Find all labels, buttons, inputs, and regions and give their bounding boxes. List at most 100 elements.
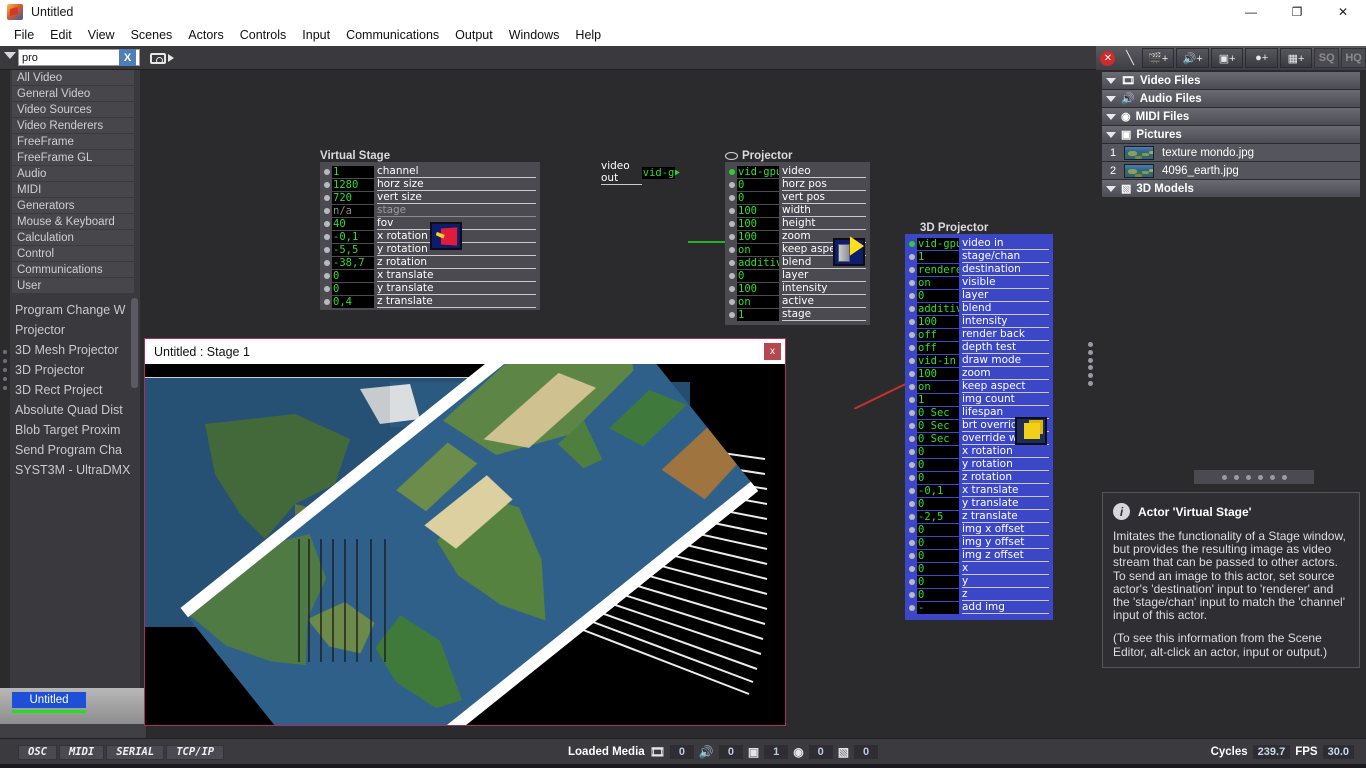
input-row[interactable]: 0 img x offset <box>909 523 1049 536</box>
maximize-button[interactable]: ❐ <box>1274 0 1320 24</box>
input-value[interactable]: -5,5 <box>332 243 374 256</box>
input-plug-icon[interactable] <box>909 461 915 468</box>
input-value[interactable]: on <box>737 295 779 308</box>
input-value[interactable]: vid-gpu <box>917 237 959 250</box>
chevron-down-icon[interactable] <box>4 52 16 59</box>
category-all-video[interactable]: All Video <box>12 70 134 86</box>
input-value[interactable]: on <box>737 243 779 256</box>
hq-quality-button[interactable]: HQ <box>1341 48 1366 68</box>
input-value[interactable]: 0 <box>917 523 959 536</box>
input-plug-icon[interactable] <box>324 298 330 305</box>
media-list-item[interactable]: 1 texture mondo.jpg <box>1102 144 1360 162</box>
input-plug-icon[interactable] <box>909 396 915 403</box>
input-value[interactable]: n/a <box>332 204 374 217</box>
input-row[interactable]: 100 intensity <box>909 315 1049 328</box>
category-mouse-keyboard[interactable]: Mouse & Keyboard <box>12 214 134 230</box>
actor-item[interactable]: 3D Rect Project <box>12 380 140 400</box>
input-plug-icon[interactable] <box>909 422 915 429</box>
input-value[interactable]: 0 <box>917 445 959 458</box>
input-plug-icon[interactable] <box>909 448 915 455</box>
input-row[interactable]: 0y translate <box>909 497 1049 510</box>
input-value[interactable]: 0 <box>737 178 779 191</box>
input-value[interactable]: vid-in <box>917 354 959 367</box>
category-calculation[interactable]: Calculation <box>12 230 134 246</box>
input-value[interactable]: 100 <box>737 204 779 217</box>
input-row[interactable]: 100 intensity <box>729 282 866 295</box>
input-plug-icon[interactable] <box>909 409 915 416</box>
input-value[interactable]: 0 <box>917 562 959 575</box>
input-row[interactable]: off render back <box>909 328 1049 341</box>
menu-actors[interactable]: Actors <box>180 26 231 44</box>
stage-close-button[interactable]: x <box>764 343 781 360</box>
input-value[interactable]: renderer <box>917 263 959 276</box>
actor-item[interactable]: Blob Target Proxim <box>12 420 140 440</box>
add-midi-icon[interactable]: ●+ <box>1245 48 1278 68</box>
input-row[interactable]: 100 height <box>729 217 866 230</box>
input-row[interactable]: 0y <box>909 575 1049 588</box>
input-value[interactable]: 100 <box>737 230 779 243</box>
add-audio-icon[interactable]: 🔊+ <box>1176 48 1209 68</box>
input-plug-icon[interactable] <box>909 370 915 377</box>
menu-view[interactable]: View <box>80 26 123 44</box>
input-value[interactable]: 0 <box>917 497 959 510</box>
input-plug-icon[interactable] <box>909 500 915 507</box>
menu-output[interactable]: Output <box>447 26 501 44</box>
input-value[interactable]: 1 <box>332 165 374 178</box>
input-plug-icon[interactable] <box>729 207 735 214</box>
input-row[interactable]: 1 img count <box>909 393 1049 406</box>
input-plug-icon[interactable] <box>909 526 915 533</box>
input-plug-icon[interactable] <box>324 259 330 266</box>
input-row[interactable]: 1 stage <box>729 308 866 321</box>
input-plug-icon[interactable] <box>909 578 915 585</box>
input-plug-icon[interactable] <box>324 285 330 292</box>
actor-item[interactable]: Program Change W <box>12 300 140 320</box>
input-value[interactable]: 100 <box>917 367 959 380</box>
actor-item[interactable]: Send Program Cha <box>12 440 140 460</box>
input-plug-icon[interactable] <box>729 246 735 253</box>
chevron-down-icon[interactable] <box>1106 131 1116 138</box>
input-value[interactable]: 100 <box>737 282 779 295</box>
output-video-out[interactable]: video out vid-gpu <box>601 160 680 185</box>
input-plug-icon[interactable] <box>909 253 915 260</box>
input-value[interactable]: -0,1 <box>917 484 959 497</box>
menu-edit[interactable]: Edit <box>42 26 80 44</box>
input-plug-icon[interactable] <box>324 194 330 201</box>
input-value[interactable]: 0 <box>917 289 959 302</box>
input-plug-icon[interactable] <box>729 233 735 240</box>
input-row[interactable]: 100 width <box>729 204 866 217</box>
add-3d-model-icon[interactable]: ▦+ <box>1279 48 1313 68</box>
actor-item[interactable]: SYST3M - UltraDMX <box>12 460 140 480</box>
input-plug-icon[interactable] <box>729 220 735 227</box>
input-value[interactable]: vid-gpu <box>737 165 779 178</box>
input-plug-icon[interactable] <box>729 285 735 292</box>
input-plug-icon[interactable] <box>909 240 915 247</box>
input-plug-icon[interactable] <box>909 344 915 351</box>
category-user[interactable]: User <box>12 278 134 294</box>
input-plug-icon[interactable] <box>324 220 330 227</box>
media-panel-grip[interactable] <box>1194 470 1314 484</box>
input-plug-icon[interactable] <box>324 246 330 253</box>
input-plug-icon[interactable] <box>909 552 915 559</box>
input-value[interactable]: 0,4 <box>332 295 374 308</box>
input-row[interactable]: on visible <box>909 276 1049 289</box>
scene-tab-untitled[interactable]: Untitled <box>12 692 86 708</box>
category-freeframe[interactable]: FreeFrame <box>12 134 134 150</box>
menu-controls[interactable]: Controls <box>232 26 295 44</box>
input-row[interactable]: vid-gpu video in <box>909 237 1049 250</box>
input-row[interactable]: on keep aspect <box>909 380 1049 393</box>
input-plug-icon[interactable] <box>324 272 330 279</box>
input-row[interactable]: 0x translate <box>324 269 536 282</box>
input-row[interactable]: 0,4 z translate <box>324 295 536 308</box>
add-picture-icon[interactable]: ▣+ <box>1210 48 1244 68</box>
input-value[interactable]: -0,1 <box>332 230 374 243</box>
input-plug-icon[interactable] <box>729 259 735 266</box>
input-value[interactable]: 0 <box>917 549 959 562</box>
input-value[interactable]: on <box>917 276 959 289</box>
media-list-item[interactable]: 2 4096_earth.jpg <box>1102 162 1360 180</box>
input-row[interactable]: -0,1 x translate <box>909 484 1049 497</box>
input-plug-icon[interactable] <box>909 474 915 481</box>
menu-input[interactable]: Input <box>294 26 338 44</box>
actor-search-box[interactable]: X <box>18 49 140 66</box>
input-plug-icon[interactable] <box>909 318 915 325</box>
menu-scenes[interactable]: Scenes <box>123 26 181 44</box>
